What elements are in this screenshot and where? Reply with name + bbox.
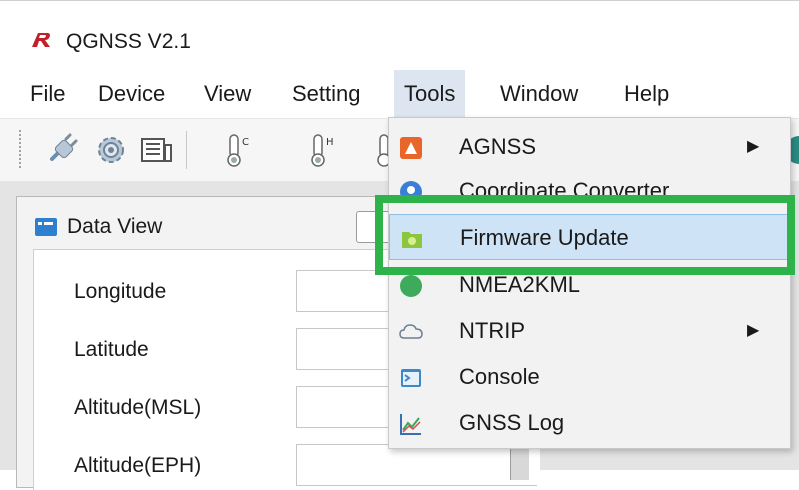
toolbar-separator — [186, 131, 187, 169]
menu-item-agnss[interactable]: AGNSS ▶ — [389, 124, 790, 170]
menu-item-gnss-log[interactable]: GNSS Log — [389, 400, 790, 446]
menu-window[interactable]: Window — [490, 70, 588, 118]
menu-view[interactable]: View — [194, 70, 261, 118]
submenu-arrow-icon: ▶ — [747, 322, 760, 339]
menu-item-label: GNSS Log — [459, 410, 565, 435]
menu-item-firmware-update[interactable]: Firmware Update — [389, 214, 790, 260]
menu-item-console[interactable]: Console — [389, 354, 790, 400]
menu-item-ntrip[interactable]: NTRIP ▶ — [389, 308, 790, 354]
menu-item-nmea2kml[interactable]: NMEA2KML — [389, 262, 790, 308]
window-title: QGNSS V2.1 — [66, 30, 191, 53]
altitude-msl-label: Altitude(MSL) — [74, 396, 202, 419]
console-icon — [401, 369, 421, 387]
menu-item-label: Coordinate Converter — [459, 178, 670, 203]
connect-plug-icon[interactable] — [44, 131, 82, 169]
menu-bar: File Device View Setting Tools Window He… — [0, 70, 799, 118]
settings-gear-icon[interactable] — [92, 131, 130, 169]
menu-item-label: NMEA2KML — [459, 272, 581, 297]
longitude-label: Longitude — [74, 280, 167, 303]
app-logo-icon — [32, 33, 50, 47]
svg-text:C: C — [242, 137, 249, 148]
title-bar: QGNSS V2.1 — [0, 0, 799, 71]
toolbar-grip[interactable] — [18, 129, 22, 169]
hot-start-thermometer-icon[interactable]: H — [306, 131, 344, 169]
svg-text:H: H — [326, 137, 334, 148]
coordinate-icon — [400, 181, 422, 203]
menu-item-label: NTRIP — [459, 318, 525, 343]
submenu-arrow-icon: ▶ — [747, 138, 760, 155]
menu-device[interactable]: Device — [88, 70, 175, 118]
altitude-eph-field[interactable] — [296, 444, 537, 486]
panel-title: Data View — [67, 215, 163, 238]
menu-item-coordinate-converter[interactable]: Coordinate Converter — [389, 168, 790, 214]
firmware-icon — [402, 232, 422, 248]
altitude-eph-label: Altitude(EPH) — [74, 454, 202, 477]
console-doc-icon[interactable] — [138, 131, 176, 169]
data-view-icon — [35, 218, 57, 236]
menu-item-label: Firmware Update — [460, 225, 629, 250]
menu-item-label: Console — [459, 364, 540, 389]
menu-help[interactable]: Help — [614, 70, 679, 118]
nmea-icon — [400, 275, 422, 297]
menu-tools[interactable]: Tools — [394, 70, 466, 118]
tools-dropdown-menu: AGNSS ▶ Coordinate Converter Firmware Up… — [388, 117, 791, 449]
cloud-icon — [399, 324, 423, 339]
menu-file[interactable]: File — [20, 70, 75, 118]
cold-start-thermometer-icon[interactable]: C — [222, 131, 260, 169]
menu-setting[interactable]: Setting — [282, 70, 371, 118]
menu-item-label: AGNSS — [459, 134, 537, 159]
agnss-icon — [400, 137, 422, 159]
chart-icon — [400, 414, 421, 435]
latitude-label: Latitude — [74, 338, 149, 361]
